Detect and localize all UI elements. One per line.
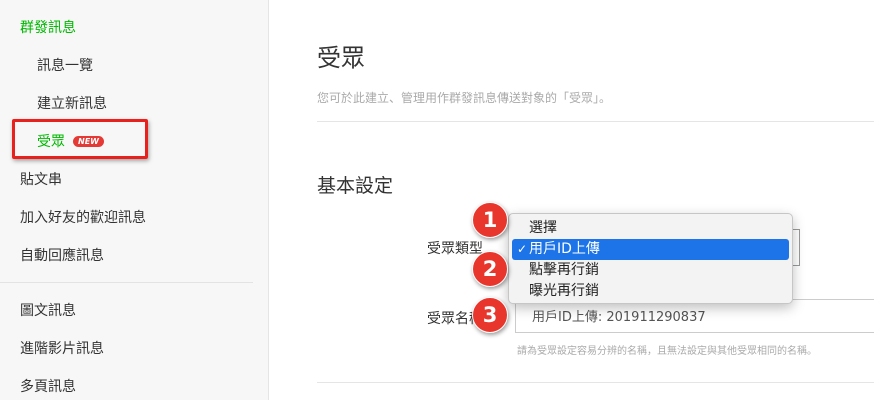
sidebar-divider (0, 282, 253, 283)
divider (317, 382, 874, 383)
option-impression-retargeting[interactable]: 曝光再行銷 (509, 281, 792, 302)
option-click-retargeting[interactable]: 點擊再行銷 (509, 260, 792, 281)
step-marker-2: 2 (472, 251, 508, 287)
page-description: 您可於此建立、管理用作群發訊息傳送對象的「受眾」。 (317, 91, 612, 105)
sidebar-item-create-message[interactable]: 建立新訊息 (37, 93, 107, 113)
sidebar: 群發訊息 訊息一覽 建立新訊息 受眾 NEW 貼文串 加入好友的歡迎訊息 自動回應… (0, 0, 269, 400)
audience-type-label: 受眾類型 (427, 241, 483, 257)
sidebar-item-rich-video[interactable]: 進階影片訊息 (20, 338, 104, 358)
page-title: 受眾 (317, 44, 365, 72)
option-user-id-upload[interactable]: ✓ 用戶ID上傳 (512, 239, 789, 260)
divider (317, 121, 874, 122)
sidebar-item-welcome-message[interactable]: 加入好友的歡迎訊息 (20, 207, 146, 227)
checkmark-icon: ✓ (517, 242, 528, 256)
sidebar-group-broadcast[interactable]: 群發訊息 (20, 17, 76, 37)
section-title: 基本設定 (317, 175, 394, 197)
audience-name-hint: 請為受眾設定容易分辨的名稱，且無法設定與其他受眾相同的名稱。 (517, 346, 817, 357)
audience-type-dropdown[interactable]: 選擇 ✓ 用戶ID上傳 點擊再行銷 曝光再行銷 (508, 213, 793, 304)
main-content: 受眾 您可於此建立、管理用作群發訊息傳送對象的「受眾」。 基本設定 受眾類型 受… (269, 0, 874, 400)
step-marker-3: 3 (472, 297, 508, 333)
audience-name-input[interactable]: 用戶ID上傳: 201911290837 (515, 299, 874, 333)
sidebar-item-auto-reply[interactable]: 自動回應訊息 (20, 245, 104, 265)
option-select[interactable]: 選擇 (509, 218, 792, 239)
audience-name-value: 用戶ID上傳: 201911290837 (532, 310, 706, 325)
highlight-box (12, 119, 148, 159)
sidebar-item-card-message[interactable]: 多頁訊息 (20, 376, 76, 396)
option-user-id-upload-label: 用戶ID上傳 (529, 241, 600, 257)
step-marker-1: 1 (472, 202, 508, 238)
sidebar-item-message-list[interactable]: 訊息一覽 (37, 55, 93, 75)
sidebar-item-rich-message[interactable]: 圖文訊息 (20, 300, 76, 320)
sidebar-item-timeline[interactable]: 貼文串 (20, 169, 62, 189)
